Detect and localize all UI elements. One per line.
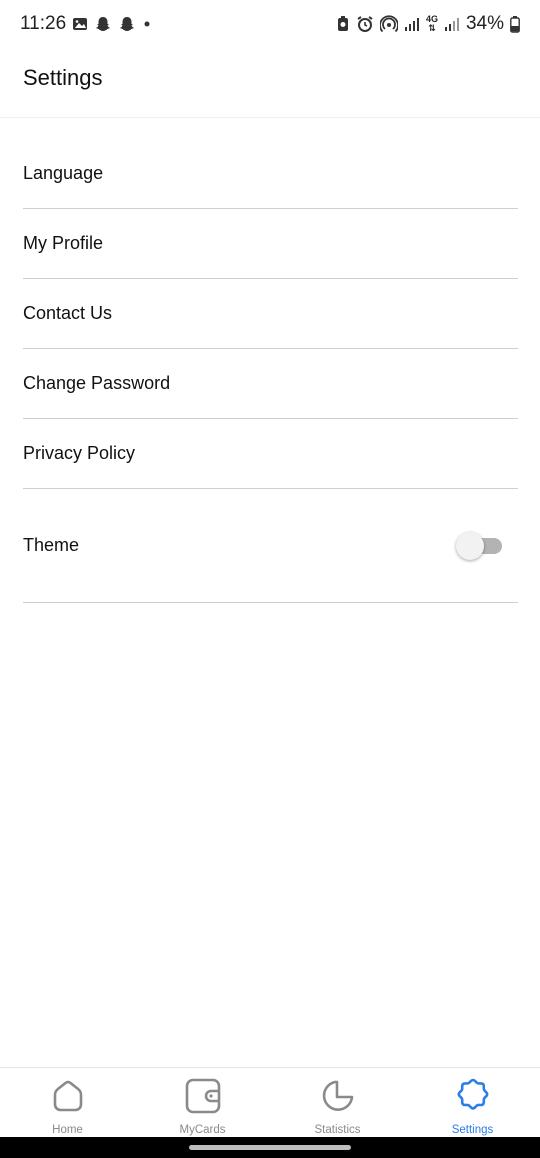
more-notifications-dot-icon bbox=[142, 19, 152, 29]
nav-item-settings[interactable]: Settings bbox=[405, 1068, 540, 1138]
settings-item-contact-us[interactable]: Contact Us bbox=[23, 279, 518, 349]
snapchat-notification-icon bbox=[94, 15, 112, 33]
settings-item-change-password[interactable]: Change Password bbox=[23, 349, 518, 419]
gear-icon bbox=[453, 1076, 493, 1116]
settings-item-my-profile[interactable]: My Profile bbox=[23, 209, 518, 279]
data-arrows-icon: ⇅ bbox=[428, 23, 436, 33]
settings-item-label: Change Password bbox=[23, 373, 171, 393]
nav-label-mycards: MyCards bbox=[179, 1124, 226, 1136]
wallet-icon bbox=[183, 1076, 223, 1116]
signal-icon bbox=[404, 16, 420, 32]
signal-icon-2 bbox=[444, 16, 460, 32]
hotspot-icon bbox=[379, 15, 398, 33]
alarm-icon bbox=[356, 15, 374, 33]
pie-chart-icon bbox=[318, 1076, 358, 1116]
settings-item-theme: Theme bbox=[23, 489, 518, 603]
status-right: 4G ⇅ 34% bbox=[336, 13, 520, 35]
status-time: 11:26 bbox=[20, 13, 67, 34]
system-navigation-bar bbox=[0, 1137, 540, 1158]
bottom-nav: Home MyCards Statistics Settings bbox=[0, 1067, 540, 1138]
nav-item-mycards[interactable]: MyCards bbox=[135, 1068, 270, 1138]
status-bar: 11:26 4G ⇅ 34% bbox=[0, 0, 540, 48]
nav-item-home[interactable]: Home bbox=[0, 1068, 135, 1138]
theme-toggle-thumb bbox=[456, 531, 484, 560]
settings-item-label: Language bbox=[23, 163, 104, 183]
nav-item-statistics[interactable]: Statistics bbox=[270, 1068, 405, 1138]
settings-item-language[interactable]: Language bbox=[23, 139, 518, 209]
nav-label-settings: Settings bbox=[451, 1124, 494, 1136]
battery-saver-icon bbox=[336, 15, 350, 33]
settings-item-label: Privacy Policy bbox=[23, 443, 136, 463]
gallery-notification-icon bbox=[72, 16, 88, 32]
theme-toggle[interactable] bbox=[456, 531, 502, 560]
battery-icon bbox=[510, 15, 520, 33]
nav-label-home: Home bbox=[52, 1124, 83, 1136]
status-left: 11:26 bbox=[20, 13, 152, 35]
battery-percent: 34% bbox=[465, 13, 504, 34]
settings-list: Language My Profile Contact Us Change Pa… bbox=[23, 139, 518, 603]
nav-label-statistics: Statistics bbox=[314, 1124, 361, 1136]
page-title: Settings bbox=[23, 64, 103, 90]
settings-item-label: Contact Us bbox=[23, 303, 113, 323]
settings-item-label: My Profile bbox=[23, 233, 104, 253]
app-header: Settings bbox=[0, 48, 540, 118]
network-4g-icon: 4G ⇅ bbox=[426, 15, 438, 33]
settings-item-privacy-policy[interactable]: Privacy Policy bbox=[23, 419, 518, 489]
snapchat-notification-icon-2 bbox=[118, 15, 136, 33]
home-indicator[interactable] bbox=[189, 1145, 351, 1150]
home-icon bbox=[48, 1076, 88, 1116]
settings-item-label: Theme bbox=[23, 535, 80, 555]
